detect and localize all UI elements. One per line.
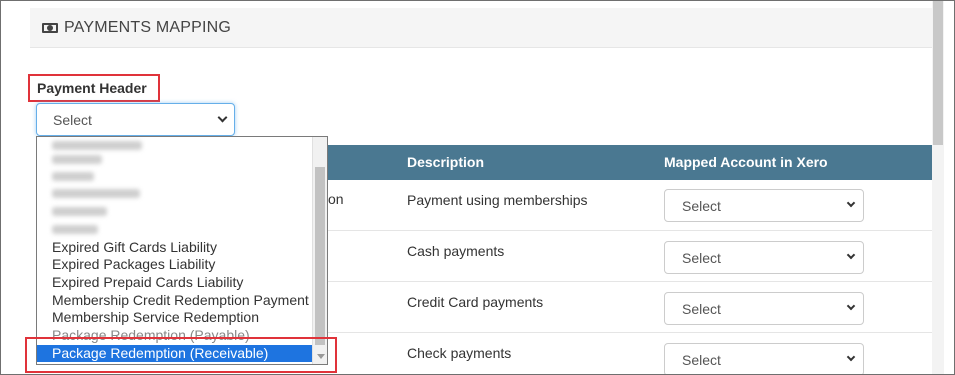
mapped-account-select-value: Select <box>682 300 721 317</box>
mapping-table-header: Description Mapped Account in Xero <box>328 145 932 180</box>
chevron-down-icon <box>846 198 856 208</box>
table-row: Check payments Select <box>328 333 932 374</box>
dropdown-scrollbar[interactable] <box>312 137 327 364</box>
table-row: Payment using memberships Select <box>328 180 932 231</box>
mapped-account-select-value: Select <box>682 197 721 214</box>
payment-header-select[interactable]: Select <box>36 103 235 136</box>
table-row: Credit Card payments Select <box>328 282 932 333</box>
mapped-account-select[interactable]: Select <box>664 343 864 374</box>
chevron-down-icon <box>846 301 856 311</box>
blurred-option <box>52 155 102 164</box>
mapped-account-select-value: Select <box>682 249 721 266</box>
mapped-account-select-value: Select <box>682 351 721 368</box>
blurred-option <box>52 141 142 150</box>
row-description: Payment using memberships <box>407 192 588 208</box>
mapped-account-select[interactable]: Select <box>664 241 864 274</box>
row-description: Check payments <box>407 345 512 361</box>
table-row: Cash payments Select <box>328 231 932 282</box>
selected-option-highlight-box <box>25 337 337 373</box>
app-frame: PAYMENTS MAPPING Payment Header Select D… <box>0 0 955 375</box>
chevron-down-icon <box>217 112 228 123</box>
row-description: Cash payments <box>407 243 505 259</box>
dropdown-option[interactable]: Membership Credit Redemption Payment <box>52 292 309 309</box>
mapped-account-select[interactable]: Select <box>664 292 864 325</box>
payment-header-label: Payment Header <box>37 80 147 96</box>
dropdown-option[interactable]: Expired Prepaid Cards Liability <box>52 274 243 291</box>
blurred-option <box>52 207 107 216</box>
money-icon <box>42 23 58 33</box>
dropdown-option[interactable]: Expired Gift Cards Liability <box>52 239 217 256</box>
blurred-option <box>52 189 140 198</box>
dropdown-scroll-thumb[interactable] <box>315 167 325 345</box>
section-header: PAYMENTS MAPPING <box>30 8 932 48</box>
chevron-down-icon <box>846 250 856 260</box>
payment-header-dropdown-list[interactable]: Expired Gift Cards Liability Expired Pac… <box>36 136 328 365</box>
page-scroll-thumb[interactable] <box>933 1 943 145</box>
row-description: Credit Card payments <box>407 294 544 310</box>
blurred-option <box>52 225 98 234</box>
blurred-option <box>52 172 94 181</box>
chevron-down-icon <box>846 352 856 362</box>
mapped-account-select[interactable]: Select <box>664 189 864 222</box>
dropdown-option[interactable]: Expired Packages Liability <box>52 256 215 273</box>
section-title: PAYMENTS MAPPING <box>64 18 232 36</box>
column-header-description: Description <box>407 154 485 170</box>
dropdown-option[interactable]: Membership Service Redemption <box>52 309 259 326</box>
page-scrollbar[interactable] <box>932 1 944 374</box>
payment-header-select-value: Select <box>53 111 92 128</box>
payment-header-label-box: Payment Header <box>28 74 160 102</box>
column-header-mapped-account: Mapped Account in Xero <box>664 154 828 170</box>
